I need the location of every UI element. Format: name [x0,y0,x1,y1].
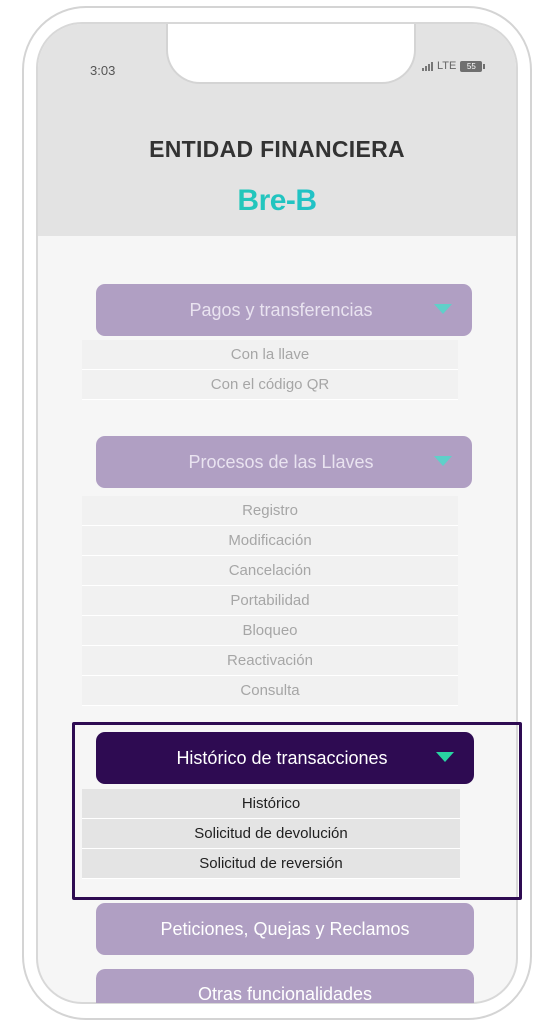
status-time: 3:03 [90,63,116,78]
payments-menu-label: Pagos y transferencias [189,299,373,320]
submenu-item-consulta[interactable]: Consulta [82,676,458,706]
submenu-item-bloqueo[interactable]: Bloqueo [82,616,458,646]
pqr-menu-button[interactable]: Peticiones, Quejas y Reclamos [96,903,474,955]
other-menu-clip: Otras funcionalidades [96,969,474,1003]
submenu-item-registro[interactable]: Registro [82,496,458,526]
phone-notch [166,24,416,84]
keys-menu-label: Procesos de las Llaves [188,451,374,472]
app-header: 3:03 LTE 55 ENTIDAD FINANCIERA Bre-B [38,24,516,236]
payments-menu-button[interactable]: Pagos y transferencias [96,284,472,336]
chevron-down-icon [434,304,452,314]
submenu-item-portabilidad[interactable]: Portabilidad [82,586,458,616]
brand-logo: Bre-B [38,184,516,218]
history-menu-button[interactable]: Histórico de transacciones [96,732,474,784]
other-menu-button[interactable]: Otras funcionalidades [96,969,474,1003]
signal-icon [422,61,433,71]
network-label: LTE [437,60,457,72]
status-indicators: LTE 55 [422,60,486,72]
history-menu-label: Histórico de transacciones [176,747,388,768]
submenu-item-reversion[interactable]: Solicitud de reversión [82,849,460,879]
battery-icon: 55 [460,60,486,72]
submenu-item-devolucion[interactable]: Solicitud de devolución [82,819,460,849]
history-submenu: Histórico Solicitud de devolución Solici… [82,789,460,879]
submenu-item-cancelacion[interactable]: Cancelación [82,556,458,586]
keys-menu-button[interactable]: Procesos de las Llaves [96,436,472,488]
pqr-menu-label: Peticiones, Quejas y Reclamos [160,918,410,939]
submenu-item-codigo-qr[interactable]: Con el código QR [82,370,458,400]
chevron-down-icon [434,456,452,466]
other-menu-label: Otras funcionalidades [197,984,373,1003]
payments-submenu: Con la llave Con el código QR [82,340,458,400]
submenu-item-modificacion[interactable]: Modificación [82,526,458,556]
keys-submenu: Registro Modificación Cancelación Portab… [82,496,458,706]
submenu-item-historico[interactable]: Histórico [82,789,460,819]
submenu-item-con-la-llave[interactable]: Con la llave [82,340,458,370]
submenu-item-reactivacion[interactable]: Reactivación [82,646,458,676]
chevron-down-icon [436,752,454,762]
entity-title: ENTIDAD FINANCIERA [149,136,405,162]
